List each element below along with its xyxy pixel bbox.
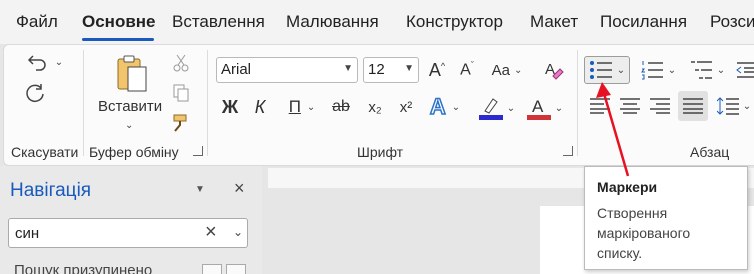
strikethrough-button[interactable]: ab — [329, 94, 353, 120]
highlight-color-button[interactable]: ⌄ — [476, 94, 518, 122]
ribbon-tab-bar: Файл Основне Вставлення Малювання Констр… — [0, 0, 754, 44]
paragraph-group-label: Абзац — [690, 144, 730, 160]
decrease-indent-button[interactable] — [736, 58, 754, 82]
line-spacing-button[interactable]: ⌄ — [714, 94, 754, 118]
copy-button[interactable] — [170, 82, 192, 104]
bold-button[interactable]: Ж — [218, 94, 242, 120]
justify-button[interactable] — [678, 91, 708, 121]
navigation-title: Навігація — [10, 180, 92, 201]
group-separator — [83, 50, 84, 156]
next-result-button[interactable] — [226, 264, 246, 274]
undo-dropdown-chevron-icon: ⌄ — [54, 56, 64, 68]
annotation-arrow-icon — [596, 82, 630, 177]
search-value: син — [15, 225, 40, 242]
multilevel-list-icon — [690, 61, 712, 79]
font-color-button[interactable]: A ⌄ — [524, 94, 566, 122]
align-right-button[interactable] — [648, 94, 672, 118]
chevron-down-icon: ⌄ — [742, 100, 752, 112]
font-dialog-launcher-icon[interactable] — [563, 146, 573, 156]
redo-button[interactable] — [22, 80, 48, 106]
tab-draw[interactable]: Малювання — [286, 12, 379, 32]
format-painter-icon — [173, 114, 187, 132]
chevron-down-icon: ⌄ — [554, 102, 564, 114]
underline-button[interactable]: П ⌄ — [282, 94, 322, 120]
chevron-down-icon: ⌄ — [306, 101, 316, 113]
paste-button[interactable] — [108, 52, 156, 96]
tab-mailings[interactable]: Розси — [710, 12, 754, 32]
tab-layout[interactable]: Макет — [530, 12, 578, 32]
navigation-search-input[interactable]: син × ⌄ — [8, 218, 248, 248]
clear-formatting-icon: A — [545, 61, 564, 80]
numbered-list-icon — [640, 61, 663, 80]
font-name-combobox[interactable]: Arial ▼ — [216, 57, 358, 83]
font-name-value: Arial — [221, 61, 252, 78]
active-tab-indicator — [82, 38, 154, 41]
clipboard-paste-icon — [117, 55, 147, 92]
paste-dropdown-chevron-icon[interactable]: ⌄ — [125, 120, 133, 131]
clear-search-icon[interactable]: × — [205, 221, 217, 244]
redo-icon — [26, 84, 44, 103]
undo-icon — [27, 55, 46, 71]
chevron-down-icon: ⌄ — [716, 64, 726, 76]
previous-result-button[interactable] — [202, 264, 222, 274]
chevron-down-icon: ▼ — [404, 63, 414, 74]
tab-file[interactable]: Файл — [16, 12, 58, 32]
format-painter-button[interactable] — [170, 112, 192, 134]
search-status-text: Пошук призупинено — [14, 262, 153, 274]
chevron-down-icon: ⌄ — [667, 64, 677, 76]
font-group-label: Шрифт — [357, 144, 404, 160]
justify-icon — [683, 98, 703, 114]
shrink-font-button[interactable]: Aˇ — [455, 58, 479, 82]
multilevel-list-button[interactable]: ⌄ — [686, 56, 728, 84]
cut-button[interactable] — [170, 52, 192, 74]
highlighter-icon — [478, 98, 503, 120]
undo-group-label: Скасувати — [11, 144, 79, 160]
chevron-down-icon: ⌄ — [506, 102, 516, 114]
tooltip-title: Маркери — [597, 179, 658, 195]
text-effects-button[interactable]: A ⌄ — [426, 93, 464, 120]
group-separator — [207, 50, 208, 156]
undo-button[interactable]: ⌄ — [22, 50, 68, 74]
font-size-value: 12 — [368, 61, 385, 78]
decrease-indent-icon — [736, 62, 754, 78]
clear-formatting-button[interactable]: A — [543, 58, 567, 82]
tab-insert[interactable]: Вставлення — [172, 12, 265, 32]
superscript-button[interactable]: x² — [394, 94, 418, 120]
chevron-down-icon: ⌄ — [513, 64, 523, 76]
grow-font-icon: A^ — [428, 59, 446, 80]
clipboard-group-label: Буфер обміну — [89, 144, 179, 160]
chevron-down-icon: ▼ — [343, 63, 353, 74]
text-effects-icon: A — [429, 93, 446, 120]
scissors-icon — [173, 54, 189, 72]
grow-font-button[interactable]: A^ — [425, 58, 449, 82]
clipboard-dialog-launcher-icon[interactable] — [193, 146, 203, 156]
underline-label: П — [288, 97, 301, 116]
close-pane-icon[interactable]: × — [234, 178, 245, 199]
chevron-down-icon: ⌄ — [451, 101, 461, 113]
font-size-combobox[interactable]: 12 ▼ — [363, 57, 419, 83]
bullet-list-icon — [589, 61, 612, 79]
tab-references[interactable]: Посилання — [600, 12, 687, 32]
numbering-button[interactable]: ⌄ — [637, 56, 679, 84]
bullets-tooltip: Маркери Створення маркірованого списку. — [584, 166, 748, 270]
svg-text:A: A — [532, 97, 544, 116]
italic-button[interactable]: К — [250, 94, 270, 120]
line-spacing-icon — [716, 97, 739, 115]
tab-home[interactable]: Основне — [82, 12, 156, 32]
font-color-icon: A — [526, 97, 551, 120]
pane-options-chevron-icon[interactable]: ▼ — [195, 184, 205, 195]
subscript-button[interactable]: x₂ — [363, 94, 387, 120]
copy-icon — [173, 84, 189, 102]
chevron-down-icon: ⌄ — [616, 64, 626, 76]
align-right-icon — [650, 98, 670, 114]
tab-design[interactable]: Конструктор — [406, 12, 503, 32]
shrink-font-icon: Aˇ — [460, 60, 474, 79]
paste-label[interactable]: Вставити — [98, 98, 162, 115]
search-options-chevron-icon[interactable]: ⌄ — [233, 225, 243, 239]
tooltip-description: Створення маркірованого списку. — [597, 205, 691, 261]
change-case-button[interactable]: Aa ⌄ — [490, 58, 524, 82]
group-separator — [577, 50, 578, 156]
change-case-label: Aa — [491, 61, 510, 79]
